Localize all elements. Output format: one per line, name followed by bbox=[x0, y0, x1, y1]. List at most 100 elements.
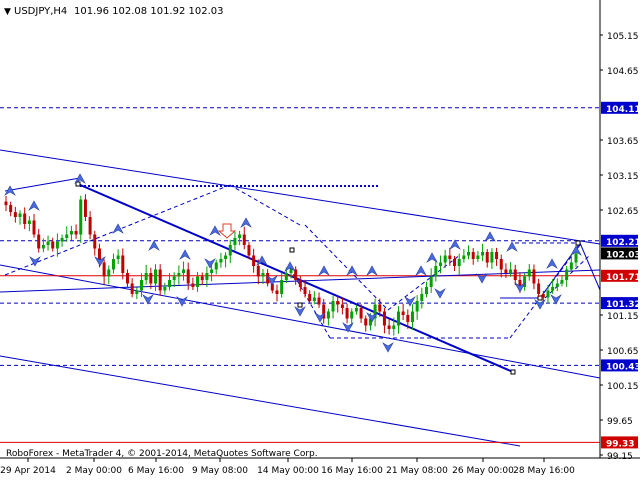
candle-body bbox=[396, 311, 400, 326]
candle-body bbox=[527, 269, 531, 277]
candle-body bbox=[238, 234, 242, 238]
price-tick-label: 100.15 bbox=[607, 382, 639, 392]
candle-body bbox=[336, 301, 340, 305]
anchor-point bbox=[510, 369, 516, 375]
candle-body bbox=[247, 245, 251, 256]
candle-body bbox=[88, 217, 92, 235]
candle-body bbox=[46, 241, 50, 245]
candle-body bbox=[182, 269, 186, 273]
candle-body bbox=[354, 308, 358, 312]
candle-body bbox=[139, 280, 143, 291]
candle-body bbox=[443, 255, 447, 263]
price-tick-label: 104.65 bbox=[607, 67, 639, 77]
candle-body bbox=[9, 205, 13, 213]
time-tick-label: 2 May 00:00 bbox=[66, 466, 122, 476]
candle-body bbox=[196, 276, 200, 287]
candle-body bbox=[565, 269, 569, 280]
candle-body bbox=[144, 273, 148, 280]
candle-body bbox=[214, 262, 218, 270]
candle-body bbox=[541, 294, 545, 298]
candle-body bbox=[233, 238, 237, 245]
price-tag-label: 101.71 bbox=[606, 273, 640, 283]
anchor-point bbox=[289, 247, 295, 253]
candle-body bbox=[93, 234, 97, 249]
candle-body bbox=[429, 276, 433, 287]
candle-body bbox=[317, 297, 321, 305]
symbol-header: USDJPY,H4 bbox=[14, 6, 67, 17]
time-tick-label: 6 May 16:00 bbox=[128, 466, 184, 476]
candle-body bbox=[457, 259, 461, 266]
candle-body bbox=[345, 308, 349, 319]
candle-body bbox=[261, 273, 265, 277]
candle-body bbox=[158, 269, 162, 291]
candle-body bbox=[102, 262, 106, 277]
price-tag-label: 104.11 bbox=[606, 105, 640, 115]
candle-body bbox=[513, 269, 517, 280]
candle-body bbox=[331, 301, 335, 312]
price-tag-label: 102.03 bbox=[606, 250, 640, 260]
candle-body bbox=[448, 255, 452, 259]
candle-body bbox=[392, 325, 396, 329]
candle-body bbox=[387, 325, 391, 329]
candle-body bbox=[551, 287, 555, 291]
candle-body bbox=[420, 294, 424, 301]
candle-body bbox=[51, 241, 55, 249]
chart-window[interactable]: 104.11 102.21 102.03 101.71 101.32 100.43 99.3… bbox=[0, 0, 640, 480]
candle-body bbox=[378, 304, 382, 312]
candle-body bbox=[65, 234, 69, 238]
candle-body bbox=[340, 304, 344, 308]
candle-body bbox=[191, 283, 195, 287]
candle-body bbox=[116, 255, 120, 259]
candle-body bbox=[490, 252, 494, 263]
candle-body bbox=[537, 283, 541, 294]
time-tick-label: 28 May 16:00 bbox=[513, 466, 575, 476]
candle-body bbox=[284, 273, 288, 280]
candle-body bbox=[560, 280, 564, 284]
price-tick-label: 100.65 bbox=[607, 347, 639, 357]
candle-body bbox=[439, 262, 443, 266]
time-tick-label: 21 May 08:00 bbox=[386, 466, 448, 476]
price-tick-label: 99.65 bbox=[607, 417, 633, 427]
footer-copyright: RoboForex - MetaTrader 4, © 2001-2014, M… bbox=[6, 449, 318, 459]
candle-body bbox=[424, 287, 428, 294]
candle-body bbox=[467, 252, 471, 256]
price-tag-label: 99.33 bbox=[606, 439, 634, 449]
candle-body bbox=[41, 245, 45, 249]
candle-body bbox=[121, 255, 125, 273]
candle-body bbox=[495, 252, 499, 259]
candle-body bbox=[228, 245, 232, 256]
candle-body bbox=[410, 311, 414, 322]
candle-body bbox=[18, 213, 22, 217]
candle-body bbox=[79, 199, 83, 235]
candle-body bbox=[83, 199, 87, 217]
candle-body bbox=[485, 252, 489, 263]
candle-body bbox=[172, 276, 176, 280]
candle-body bbox=[401, 311, 405, 315]
candle-body bbox=[471, 252, 475, 259]
anchor-point bbox=[297, 302, 303, 308]
candle-body bbox=[509, 269, 513, 273]
chart-menu-arrow-icon[interactable]: ▼ bbox=[4, 7, 11, 17]
candle-body bbox=[415, 301, 419, 312]
candle-body bbox=[111, 259, 115, 270]
price-tag-label: 100.43 bbox=[606, 362, 640, 372]
candle-body bbox=[289, 269, 293, 273]
price-tick-label: 103.15 bbox=[607, 172, 639, 182]
candle-body bbox=[303, 287, 307, 294]
candle-body bbox=[69, 231, 73, 235]
candle-body bbox=[252, 255, 256, 266]
price-tick-label: 102.65 bbox=[607, 207, 639, 217]
candle-body bbox=[4, 201, 8, 206]
candle-body bbox=[242, 234, 246, 245]
candle-body bbox=[149, 273, 153, 284]
price-tick-label: 101.15 bbox=[607, 312, 639, 322]
price-tag-label: 102.21 bbox=[606, 238, 640, 248]
candle-body bbox=[74, 231, 78, 235]
candle-body bbox=[574, 253, 578, 263]
candle-body bbox=[462, 255, 466, 259]
candle-body bbox=[177, 273, 181, 277]
candle-body bbox=[382, 311, 386, 326]
candle-body bbox=[154, 269, 158, 284]
price-chart[interactable]: 104.11 102.21 102.03 101.71 101.32 100.43 99.3… bbox=[0, 0, 640, 480]
price-tick-label: 99.15 bbox=[607, 452, 633, 462]
